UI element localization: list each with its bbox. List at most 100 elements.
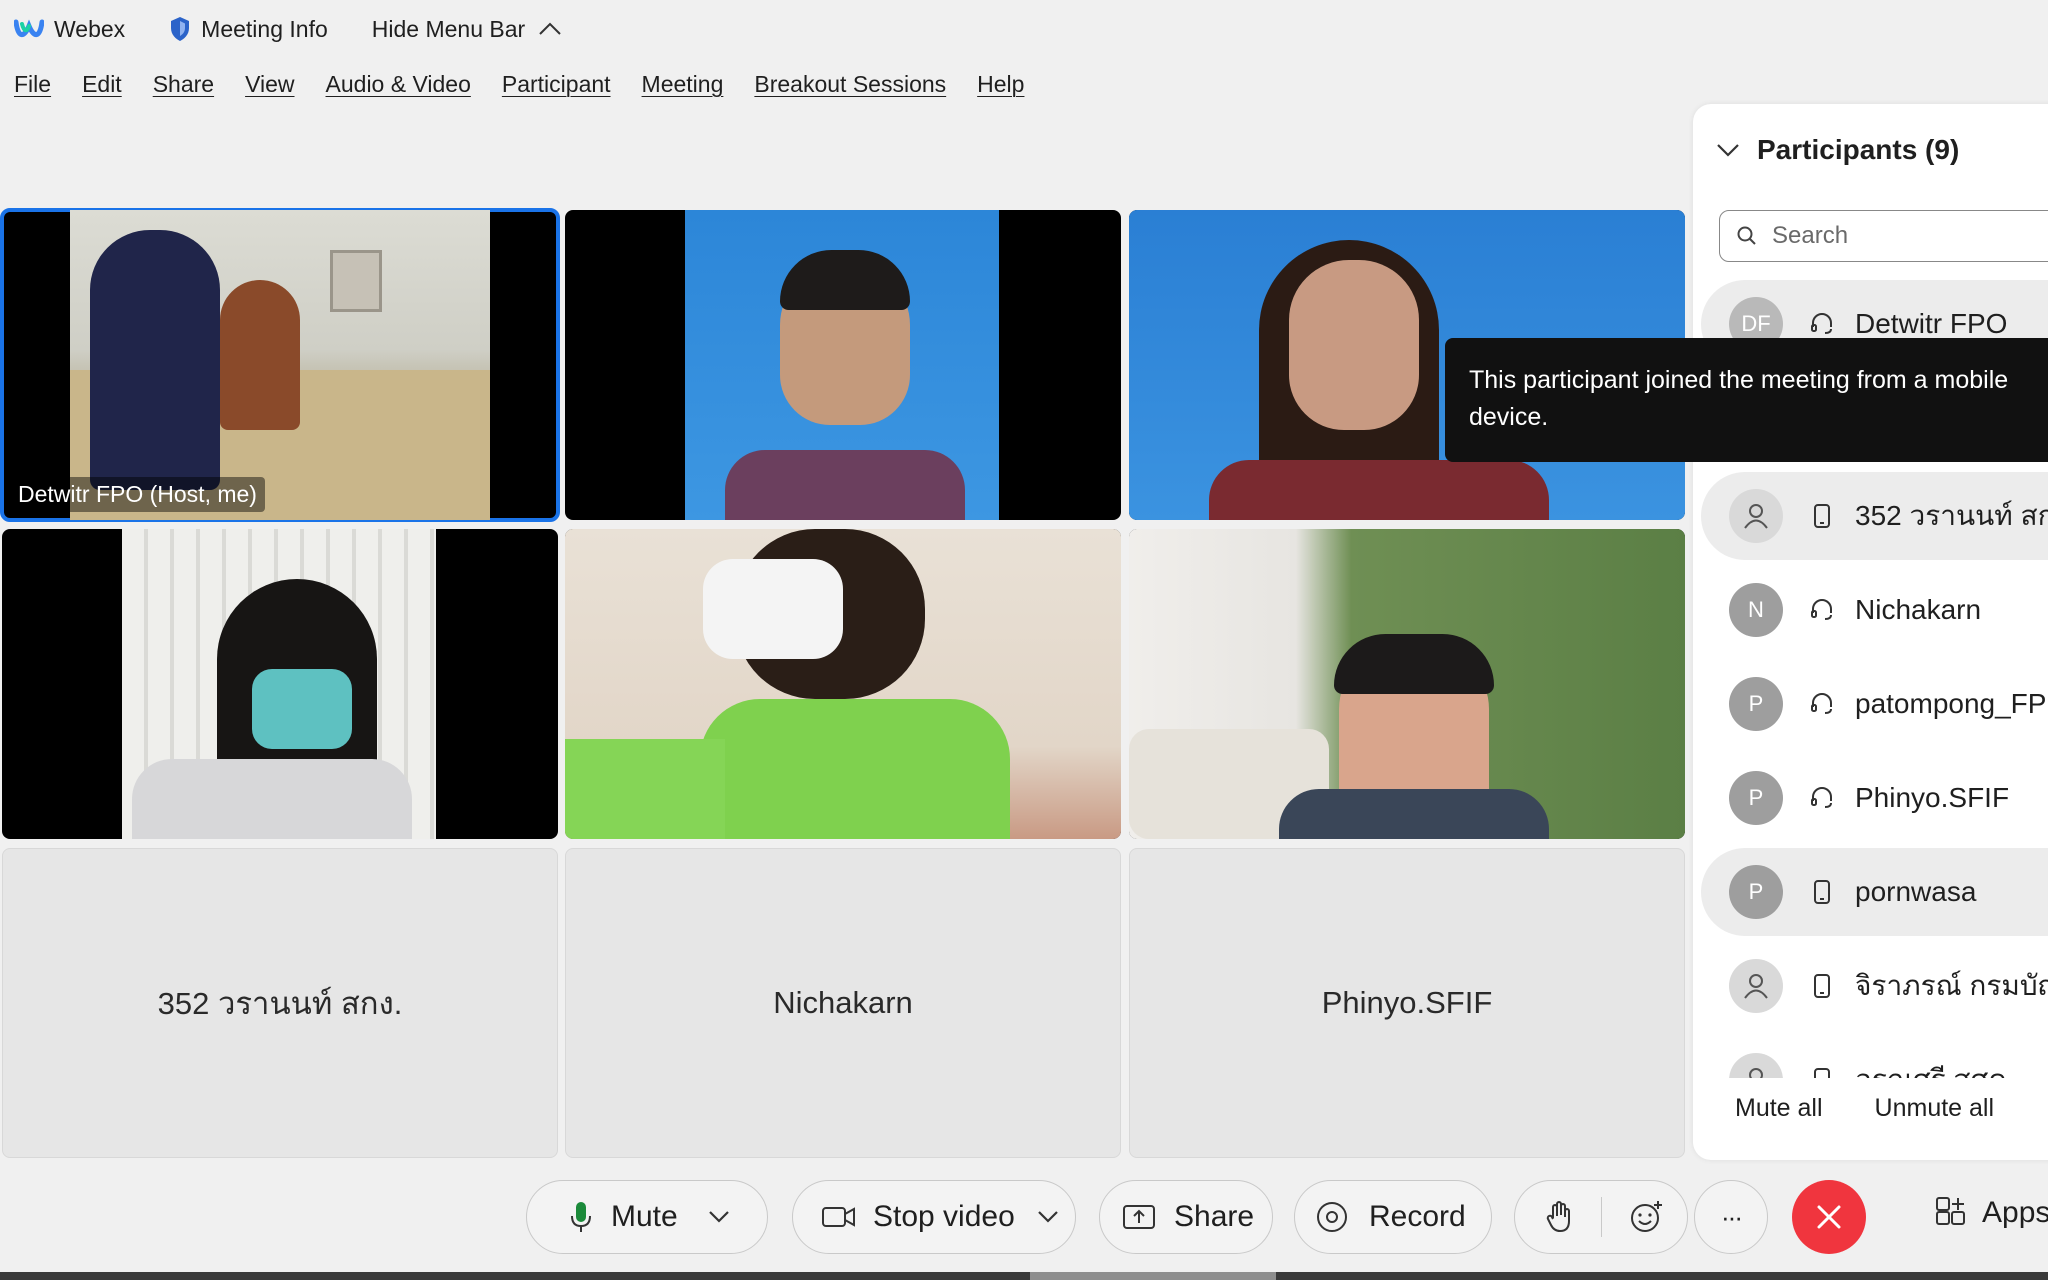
share-screen-icon bbox=[1122, 1203, 1156, 1231]
mobile-device-icon bbox=[1809, 503, 1835, 529]
menu-help[interactable]: Help bbox=[977, 71, 1024, 98]
video-tile-5[interactable] bbox=[565, 529, 1121, 839]
raise-hand-icon[interactable] bbox=[1545, 1200, 1573, 1234]
participant-name: Nichakarn bbox=[1855, 594, 1982, 625]
record-button[interactable]: Record bbox=[1294, 1180, 1492, 1254]
headset-icon bbox=[1809, 597, 1835, 623]
placeholder-tile-2[interactable]: Nichakarn bbox=[565, 848, 1121, 1158]
search-icon bbox=[1737, 226, 1756, 245]
menu-participant[interactable]: Participant bbox=[502, 71, 611, 98]
apps-button[interactable]: Apps bbox=[1934, 1196, 2048, 1230]
participant-row[interactable]: P pornwasa bbox=[1701, 848, 2048, 936]
tooltip-line-2: device. bbox=[1469, 403, 1549, 431]
participant-search-input[interactable]: Search bbox=[1719, 210, 2048, 262]
meeting-info-label: Meeting Info bbox=[201, 15, 328, 42]
menu-breakout-sessions[interactable]: Breakout Sessions bbox=[754, 71, 946, 98]
video-tile-2[interactable] bbox=[565, 210, 1121, 520]
avatar-initials: P bbox=[1748, 879, 1764, 904]
video-tile-self[interactable]: Detwitr FPO (Host, me) bbox=[0, 208, 560, 522]
placeholder-tile-3[interactable]: Phinyo.SFIF bbox=[1129, 848, 1685, 1158]
participant-row[interactable]: P Phinyo.SFIF bbox=[1701, 754, 2048, 842]
menu-share[interactable]: Share bbox=[153, 71, 214, 98]
avatar: P bbox=[1729, 771, 1783, 825]
mobile-device-icon bbox=[1809, 973, 1835, 999]
participants-header[interactable]: Participants (9) bbox=[1715, 134, 1959, 166]
search-placeholder: Search bbox=[1772, 222, 1849, 249]
emoji-reaction-icon[interactable] bbox=[1628, 1199, 1664, 1235]
participant-name: 352 วรานนท์ สกง bbox=[1855, 500, 2048, 531]
headset-icon bbox=[1809, 311, 1835, 337]
participant-name: patompong_FP bbox=[1855, 688, 2047, 719]
participant-name: อรุณศรี สศค bbox=[1855, 1058, 2007, 1078]
avatar bbox=[1729, 489, 1783, 543]
mute-all-button[interactable]: Mute all bbox=[1735, 1094, 1823, 1123]
microphone-icon[interactable] bbox=[569, 1200, 593, 1234]
participant-row[interactable]: 352 วรานนท์ สกง bbox=[1701, 472, 2048, 560]
participant-row[interactable]: P patompong_FP bbox=[1701, 660, 2048, 748]
video-feed bbox=[565, 529, 1121, 839]
avatar: P bbox=[1729, 677, 1783, 731]
person-icon bbox=[1749, 1068, 1763, 1078]
headset-icon bbox=[1809, 691, 1835, 717]
placeholder-name: Nichakarn bbox=[773, 985, 913, 1020]
close-icon bbox=[1817, 1205, 1841, 1229]
app-name: Webex bbox=[54, 15, 126, 42]
bottom-scrollbar[interactable] bbox=[0, 1272, 2048, 1280]
video-button-group: Stop video bbox=[792, 1180, 1076, 1254]
apps-grid-icon bbox=[1936, 1197, 1965, 1225]
stop-video-button[interactable]: Stop video bbox=[873, 1200, 1015, 1234]
avatar-initials: P bbox=[1748, 691, 1764, 716]
avatar: P bbox=[1729, 865, 1783, 919]
share-button[interactable]: Share bbox=[1099, 1180, 1273, 1254]
avatar: N bbox=[1729, 583, 1783, 637]
participant-name: Phinyo.SFIF bbox=[1855, 782, 2010, 813]
video-camera-icon[interactable] bbox=[821, 1204, 857, 1230]
chevron-down-icon bbox=[1717, 144, 1739, 157]
video-feed bbox=[70, 210, 490, 520]
placeholder-name: 352 วรานนท์ สกง. bbox=[157, 986, 403, 1021]
meeting-info-button[interactable]: Meeting Info bbox=[169, 16, 328, 43]
placeholder-tile-1[interactable]: 352 วรานนท์ สกง. bbox=[2, 848, 558, 1158]
chevron-down-icon[interactable] bbox=[1037, 1210, 1059, 1224]
menu-view[interactable]: View bbox=[245, 71, 294, 98]
person-icon bbox=[1744, 974, 1768, 999]
video-feed bbox=[1129, 529, 1685, 839]
chevron-down-icon[interactable] bbox=[708, 1210, 730, 1224]
unmute-all-button[interactable]: Unmute all bbox=[1875, 1094, 1995, 1123]
participant-name: Detwitr FPO bbox=[1855, 308, 2008, 339]
menu-audio-video[interactable]: Audio & Video bbox=[326, 71, 471, 98]
avatar-initials: DF bbox=[1741, 311, 1771, 336]
video-tile-4[interactable] bbox=[2, 529, 558, 839]
participant-row[interactable]: N Nichakarn bbox=[1701, 566, 2048, 654]
webex-logo-icon bbox=[14, 19, 44, 37]
participant-name: pornwasa bbox=[1855, 876, 1977, 907]
participant-row[interactable]: อรุณศรี สศค bbox=[1701, 1036, 2048, 1078]
leave-meeting-button[interactable] bbox=[1792, 1180, 1866, 1254]
more-options-button[interactable]: ··· bbox=[1694, 1180, 1768, 1254]
self-name-tag: Detwitr FPO (Host, me) bbox=[10, 477, 265, 512]
title-bar: Webex Meeting Info Hide Menu Bar bbox=[0, 0, 2048, 58]
record-label: Record bbox=[1369, 1200, 1466, 1233]
participants-title: Participants (9) bbox=[1757, 134, 1960, 165]
more-icon: ··· bbox=[1721, 1201, 1743, 1232]
mobile-device-tooltip: This participant joined the meeting from… bbox=[1445, 338, 2048, 462]
hide-menu-bar-button[interactable]: Hide Menu Bar bbox=[372, 16, 563, 43]
video-feed bbox=[122, 529, 436, 839]
participant-row[interactable]: จิราภรณ์ กรมบัญ bbox=[1701, 942, 2048, 1030]
menu-meeting[interactable]: Meeting bbox=[642, 71, 724, 98]
mute-button[interactable]: Mute bbox=[611, 1200, 678, 1234]
scrollbar-thumb[interactable] bbox=[1030, 1272, 1276, 1280]
webex-app[interactable]: Webex bbox=[14, 16, 125, 43]
menu-file[interactable]: File bbox=[14, 71, 51, 98]
avatar bbox=[1729, 1053, 1783, 1078]
avatar-initials: N bbox=[1748, 597, 1764, 622]
headset-icon bbox=[1809, 785, 1835, 811]
tooltip-line-1: This participant joined the meeting from… bbox=[1469, 366, 2009, 394]
hide-menu-label: Hide Menu Bar bbox=[371, 15, 526, 42]
apps-label: Apps bbox=[1982, 1196, 2048, 1229]
placeholder-name: Phinyo.SFIF bbox=[1321, 985, 1493, 1020]
menu-edit[interactable]: Edit bbox=[82, 71, 122, 98]
reactions-group bbox=[1514, 1180, 1688, 1254]
video-tile-6[interactable] bbox=[1129, 529, 1685, 839]
menu-bar: File Edit Share View Audio & Video Parti… bbox=[0, 64, 1041, 104]
